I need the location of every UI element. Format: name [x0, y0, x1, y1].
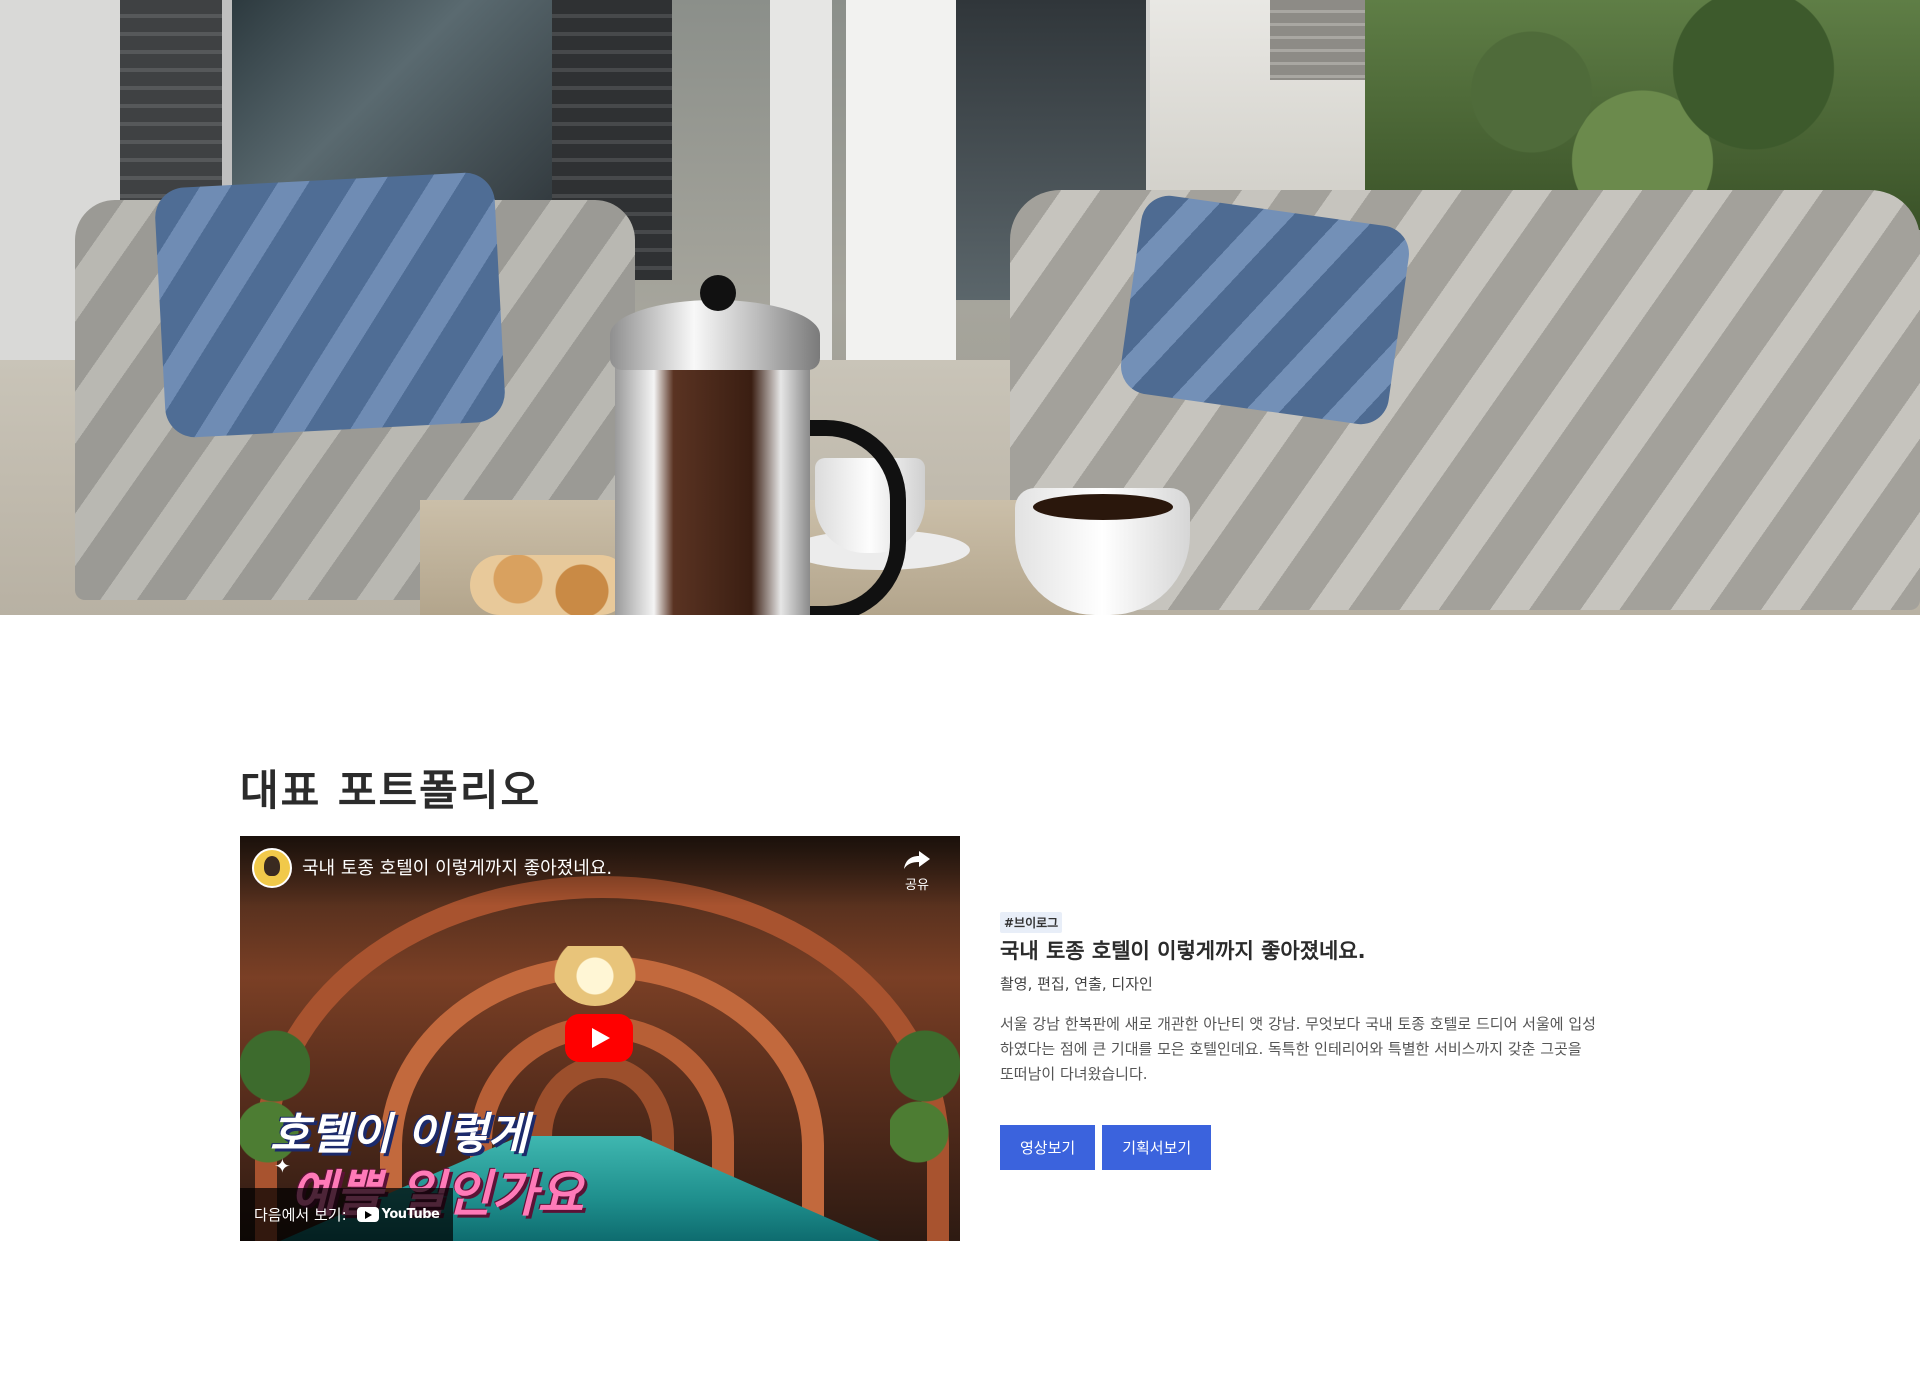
watch-on-label: 다음에서 보기: [254, 1206, 347, 1224]
cushion-left [153, 171, 507, 439]
thumbnail-text-line1: 호텔이 이렇게 [270, 1109, 529, 1160]
cushion-right [1117, 192, 1413, 428]
project-roles: 촬영, 편집, 연출, 디자인 [1000, 975, 1153, 993]
share-icon [904, 851, 930, 869]
watch-video-button[interactable]: 영상보기 [1000, 1125, 1096, 1170]
share-button[interactable]: 공유 [892, 848, 942, 898]
pastries [470, 555, 630, 615]
play-button[interactable] [565, 1014, 633, 1062]
project-title: 국내 토종 호텔이 이렇게까지 좋아졌네요. [1000, 939, 1366, 963]
hero-image [0, 0, 1920, 615]
youtube-label: YouTube [381, 1207, 440, 1222]
youtube-logo: YouTube [356, 1207, 440, 1222]
category-tag: #브이로그 [1000, 912, 1063, 933]
portfolio-info: #브이로그 국내 토종 호텔이 이렇게까지 좋아졌네요. 촬영, 편집, 연출,… [1000, 912, 1610, 1170]
project-description: 서울 강남 한복판에 새로 개관한 아난티 앳 강남. 무엇보다 국내 토종 호… [1000, 1015, 1596, 1083]
view-proposal-button[interactable]: 기획서보기 [1102, 1125, 1212, 1170]
youtube-embed[interactable]: 국내 토종 호텔이 이렇게까지 좋아졌네요. 공유 호텔이 이렇게 ✦ 예쁠 일… [240, 836, 960, 1241]
section-title: 대표 포트폴리오 [240, 766, 542, 815]
channel-avatar[interactable] [252, 848, 292, 888]
watch-on-youtube[interactable]: 다음에서 보기: YouTube [240, 1188, 454, 1241]
sparkle-icon: ✦ [274, 1154, 291, 1178]
french-press [615, 330, 810, 615]
share-label: 공유 [905, 878, 929, 893]
video-title[interactable]: 국내 토종 호텔이 이렇게까지 좋아졌네요. [302, 854, 612, 880]
action-buttons: 영상보기 기획서보기 [1000, 1125, 1610, 1170]
youtube-icon [356, 1207, 379, 1222]
